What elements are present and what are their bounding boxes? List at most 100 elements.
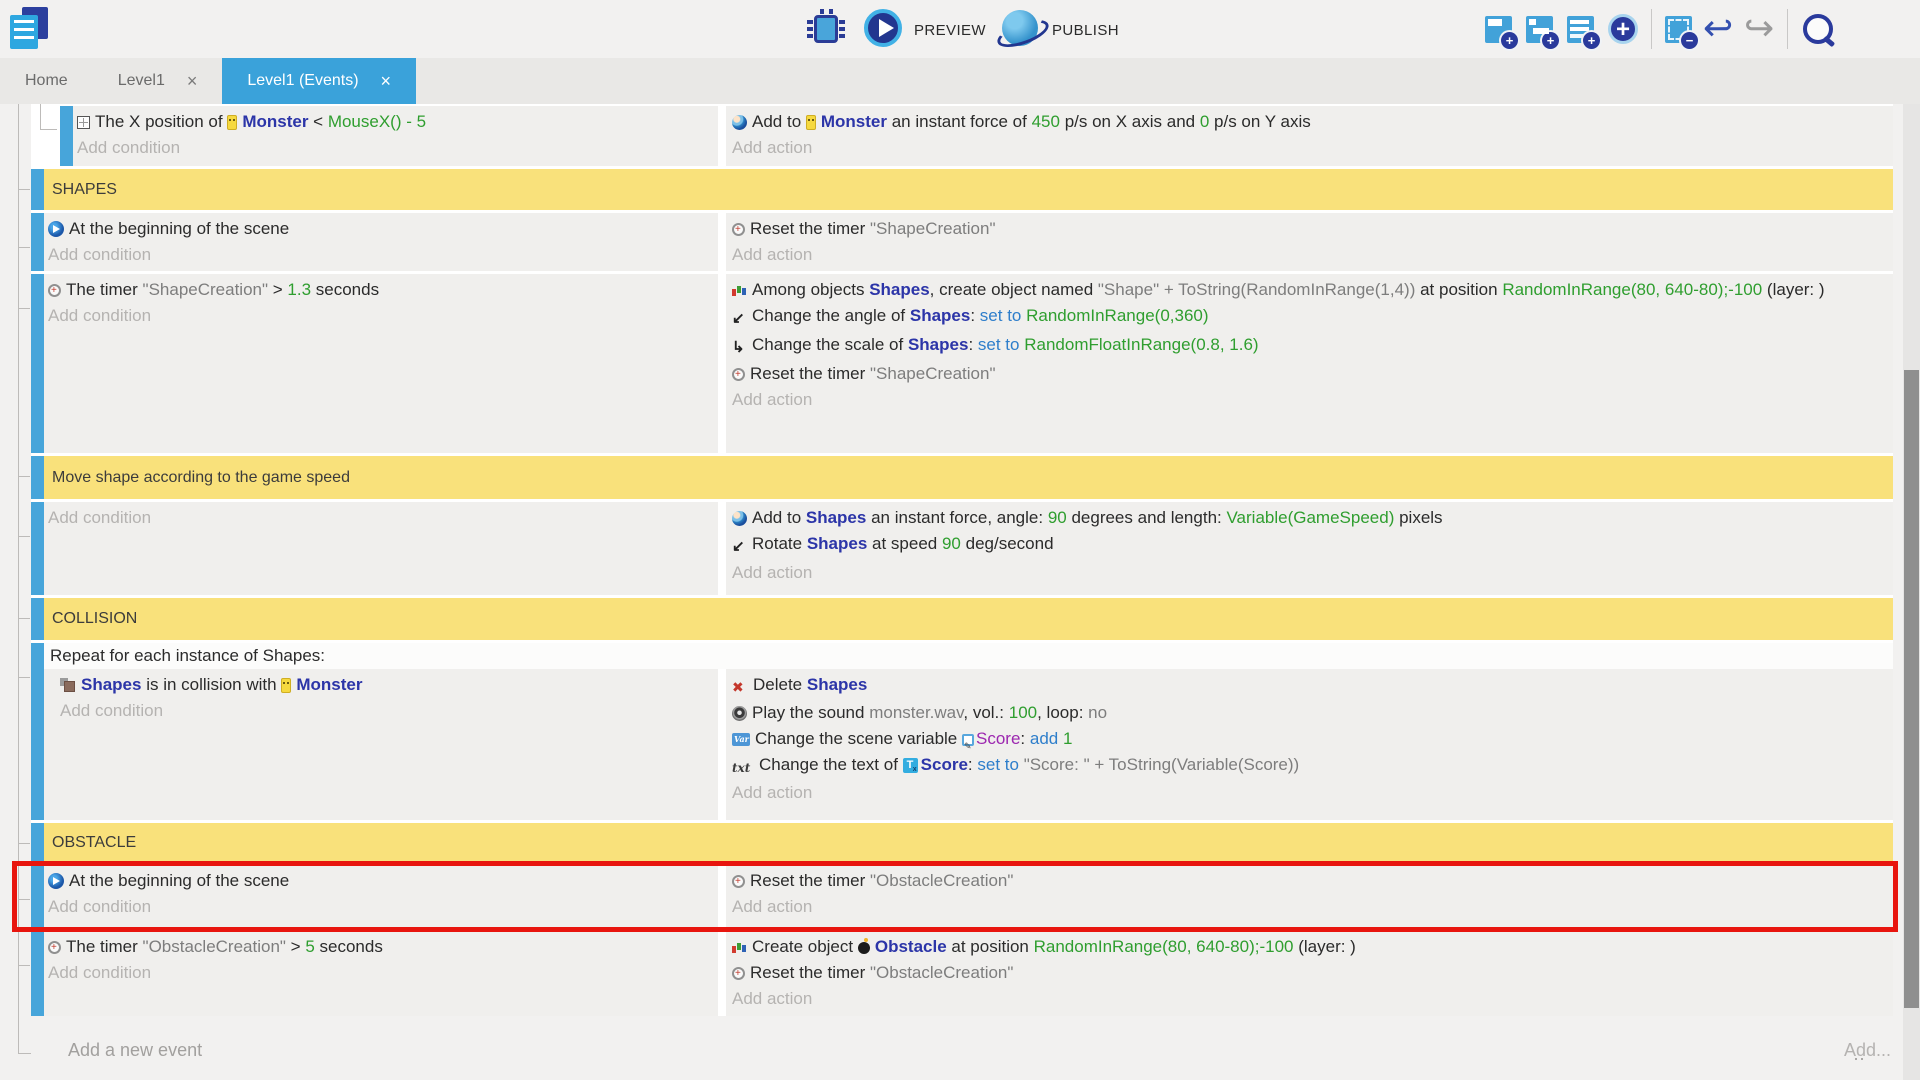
add-action-button[interactable]: Add action <box>732 135 1893 161</box>
tab-level1-events[interactable]: Level1 (Events)× <box>222 58 416 104</box>
condition-line[interactable]: The X position of Monster < MouseX() - 5 <box>77 109 718 135</box>
action-line[interactable]: Reset the timer "ObstacleCreation" <box>732 868 1893 894</box>
action-line[interactable]: Add to Monster an instant force of 450 p… <box>732 109 1893 135</box>
preview-play-icon[interactable] <box>864 9 902 47</box>
event-color-bar[interactable] <box>31 456 44 499</box>
action-line[interactable]: Reset the timer "ShapeCreation" <box>732 361 1893 387</box>
action-line[interactable]: Add to Shapes an instant force, angle: 9… <box>732 505 1893 531</box>
event-group: Move shape according to the game speed <box>31 456 1893 499</box>
scrollbar-track[interactable] <box>1903 104 1920 1080</box>
event-row-body: At the beginning of the sceneAdd conditi… <box>44 213 1893 271</box>
event-color-bar[interactable] <box>31 931 44 1016</box>
tab-label: Level1 <box>118 72 165 90</box>
action-line[interactable]: Play the sound monster.wav, vol.: 100, l… <box>732 700 1893 726</box>
add-condition-button[interactable]: Add condition <box>48 505 718 531</box>
add-new-event-button[interactable]: Add a new event <box>68 1040 202 1061</box>
add-plus-icon[interactable] <box>1608 14 1638 44</box>
tab-close-icon[interactable]: × <box>187 71 198 92</box>
tree-rail <box>19 476 30 477</box>
text-segment: set to <box>980 306 1022 325</box>
event-color-bar[interactable] <box>31 823 44 862</box>
tab-bar: HomeLevel1×Level1 (Events)× <box>0 58 1920 104</box>
collision-icon <box>60 678 76 692</box>
condition-line[interactable]: The timer "ObstacleCreation" > 5 seconds <box>48 934 718 960</box>
begin-icon <box>48 221 64 237</box>
event-group-banner[interactable]: SHAPES <box>44 169 1893 210</box>
action-line[interactable]: Change the text of Score: set to "Score:… <box>732 752 1893 780</box>
add-condition-button[interactable]: Add condition <box>48 894 718 920</box>
add-condition-button[interactable]: Add condition <box>60 698 718 724</box>
repeat-header[interactable]: Repeat for each instance of Shapes: <box>44 643 1893 669</box>
add-condition-button[interactable]: Add condition <box>77 135 718 161</box>
text-segment: 90 <box>942 534 961 553</box>
event-color-bar[interactable] <box>31 274 44 453</box>
action-line[interactable]: Change the angle of Shapes: set to Rando… <box>732 303 1893 332</box>
event-color-bar[interactable] <box>31 213 44 271</box>
add-action-button[interactable]: Add action <box>732 894 1893 920</box>
event-group-banner[interactable]: OBSTACLE <box>44 823 1893 862</box>
condition-line[interactable]: Shapes is in collision with Monster <box>60 672 718 698</box>
add-more-button[interactable]: Add... <box>1844 1040 1891 1061</box>
event-color-bar[interactable] <box>31 502 44 595</box>
event-row: The timer "ObstacleCreation" > 5 seconds… <box>31 931 1893 1016</box>
undo-icon[interactable] <box>1706 16 1733 43</box>
text-segment: Reset the timer <box>750 963 870 982</box>
tab-home[interactable]: Home <box>0 58 93 104</box>
remove-selection-icon[interactable]: − <box>1665 16 1692 43</box>
action-line[interactable]: Change the scene variable Score: add 1 <box>732 726 1893 752</box>
text-segment: , loop: <box>1037 703 1088 722</box>
condition-line[interactable]: At the beginning of the scene <box>48 868 718 894</box>
action-line[interactable]: Create object Obstacle at position Rando… <box>732 934 1893 960</box>
text-segment: add <box>1030 729 1058 748</box>
event-group-banner[interactable]: COLLISION <box>44 598 1893 640</box>
search-icon[interactable] <box>1801 12 1837 46</box>
add-action-button[interactable]: Add action <box>732 242 1893 268</box>
event-row-body: The X position of Monster < MouseX() - 5… <box>73 106 1893 166</box>
minus-badge-icon: − <box>1681 32 1698 49</box>
event-row-body: The timer "ShapeCreation" > 1.3 secondsA… <box>44 274 1893 453</box>
action-line[interactable]: Delete Shapes <box>732 672 1893 700</box>
action-line[interactable]: Among objects Shapes, create object name… <box>732 277 1893 303</box>
add-event-icon[interactable]: + <box>1485 16 1512 43</box>
event-group-banner[interactable]: Move shape according to the game speed <box>44 456 1893 499</box>
add-action-button[interactable]: Add action <box>732 560 1893 586</box>
publish-button[interactable]: PUBLISH <box>1052 22 1119 39</box>
add-action-button[interactable]: Add action <box>732 780 1893 806</box>
debugger-icon[interactable] <box>814 15 838 43</box>
objects-icon <box>732 284 747 297</box>
event-color-bar[interactable] <box>31 865 44 928</box>
event-row: The X position of Monster < MouseX() - 5… <box>60 106 1893 166</box>
add-subevent-icon[interactable]: + <box>1526 16 1553 43</box>
event-color-bar[interactable] <box>60 106 73 166</box>
add-condition-button[interactable]: Add condition <box>48 303 718 329</box>
tab-level1[interactable]: Level1 × <box>93 58 223 104</box>
event-color-bar[interactable] <box>31 643 44 820</box>
event-row: The timer "ShapeCreation" > 1.3 secondsA… <box>31 274 1893 453</box>
event-color-bar[interactable] <box>31 169 44 210</box>
condition-line[interactable]: At the beginning of the scene <box>48 216 718 242</box>
event-color-bar[interactable] <box>31 598 44 640</box>
top-toolbar: PREVIEW PUBLISH + + + − <box>0 0 1920 58</box>
redo-icon[interactable] <box>1747 16 1774 43</box>
add-action-button[interactable]: Add action <box>732 986 1893 1012</box>
add-comment-icon[interactable]: + <box>1567 16 1594 43</box>
add-condition-button[interactable]: Add condition <box>48 242 718 268</box>
scrollbar-thumb[interactable] <box>1904 370 1919 1008</box>
tree-rail <box>19 618 30 619</box>
conditions-column: The timer "ObstacleCreation" > 5 seconds… <box>44 931 718 1016</box>
tab-close-icon[interactable]: × <box>381 71 392 92</box>
action-line[interactable]: Reset the timer "ShapeCreation" <box>732 216 1893 242</box>
text-segment: Variable(GameSpeed) <box>1226 508 1394 527</box>
add-condition-button[interactable]: Add condition <box>48 960 718 986</box>
add-action-button[interactable]: Add action <box>732 387 1893 413</box>
action-line[interactable]: Change the scale of Shapes: set to Rando… <box>732 332 1893 361</box>
preview-button[interactable]: PREVIEW <box>914 22 986 39</box>
actions-column: Add to Shapes an instant force, angle: 9… <box>726 502 1893 595</box>
condition-line[interactable]: The timer "ShapeCreation" > 1.3 seconds <box>48 277 718 303</box>
publish-globe-icon[interactable] <box>1002 10 1038 46</box>
action-line[interactable]: Reset the timer "ObstacleCreation" <box>732 960 1893 986</box>
action-line[interactable]: Rotate Shapes at speed 90 deg/second <box>732 531 1893 560</box>
text-segment: Shapes <box>908 335 968 354</box>
project-manager-icon[interactable] <box>10 7 48 51</box>
tree-rail <box>19 899 30 900</box>
